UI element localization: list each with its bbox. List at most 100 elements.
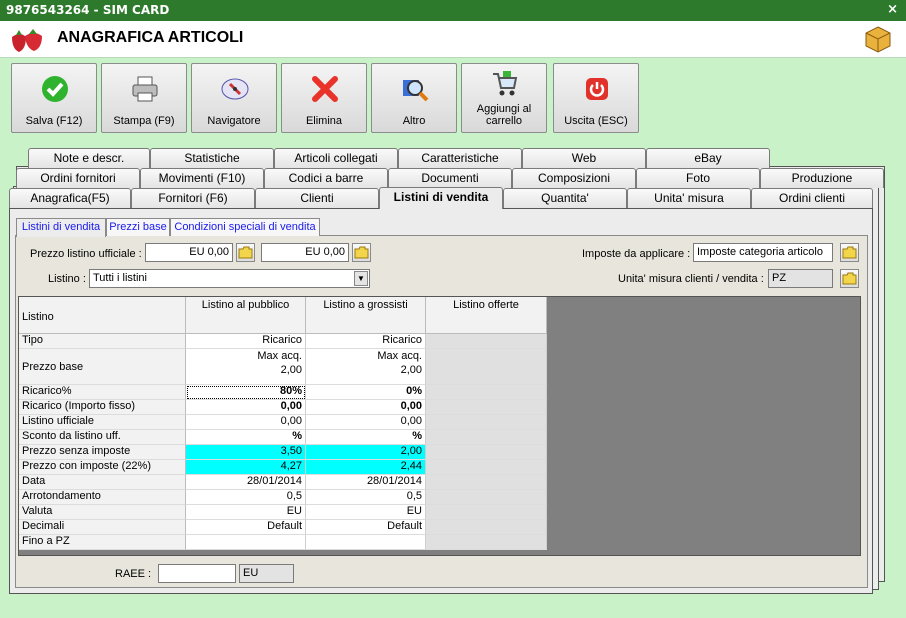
listino-select-value: Tutti i listini xyxy=(93,272,147,284)
tab-supplier-orders[interactable]: Ordini fornitori xyxy=(16,168,140,188)
tab-statistics[interactable]: Statistiche xyxy=(150,148,274,168)
tab-compositions[interactable]: Composizioni xyxy=(512,168,636,188)
official-price-label: Prezzo listino ufficiale : xyxy=(30,248,142,260)
other-button[interactable]: Altro xyxy=(371,63,457,133)
raee-label: RAEE : xyxy=(115,568,152,580)
grid-cell-public[interactable]: % xyxy=(186,430,306,445)
navigator-button-label: Navigatore xyxy=(207,115,261,127)
add-to-cart-label-line1: Aggiungi al xyxy=(476,103,532,115)
tab-photos[interactable]: Foto xyxy=(636,168,760,188)
grid-cell-wholesale[interactable]: 0,00 xyxy=(306,415,426,430)
tab-suppliers[interactable]: Fornitori (F6) xyxy=(131,188,255,208)
grid-cell-offers[interactable] xyxy=(426,400,547,415)
check-icon xyxy=(42,76,68,102)
grid-cell-offers[interactable] xyxy=(426,445,547,460)
grid-header-offers-text: Listino offerte xyxy=(453,299,519,311)
grid-cell-offers[interactable] xyxy=(426,430,547,445)
navigator-button[interactable]: Navigatore xyxy=(191,63,277,133)
official-price-1-folder-button[interactable] xyxy=(236,243,255,262)
magnifier-icon xyxy=(403,80,429,102)
grid-cell-offers[interactable] xyxy=(426,460,547,475)
grid-cell-offers[interactable] xyxy=(426,490,547,505)
unit-field[interactable]: PZ xyxy=(768,269,833,288)
tab-price-lists[interactable]: Listini di vendita xyxy=(379,187,503,209)
grid-cell-wholesale[interactable]: 2,44 xyxy=(306,460,426,475)
grid-cell-public[interactable]: EU xyxy=(186,505,306,520)
grid-header-public: Listino al pubblico xyxy=(186,297,306,334)
grid-cell-wholesale[interactable]: Default xyxy=(306,520,426,535)
tax-field[interactable]: Imposte categoria articolo xyxy=(693,243,833,262)
save-button-label: Salva (F12) xyxy=(25,115,83,127)
tab-characteristics[interactable]: Caratteristiche xyxy=(398,148,522,168)
grid-cell-offers[interactable] xyxy=(426,505,547,520)
subtab-special-conditions[interactable]: Condizioni speciali di vendita xyxy=(170,218,320,236)
subtab-base-prices[interactable]: Prezzi base xyxy=(106,218,170,236)
official-price-field-2[interactable]: EU 0,00 xyxy=(261,243,349,262)
exit-button[interactable]: Uscita (ESC) xyxy=(553,63,639,133)
grid-cell-offers[interactable] xyxy=(426,415,547,430)
grid-header-listino-text: Listino xyxy=(22,311,54,323)
grid-cell-public[interactable]: 28/01/2014 xyxy=(186,475,306,490)
tab-customer-orders[interactable]: Ordini clienti xyxy=(751,188,873,208)
grid-cell-wholesale[interactable]: 0% xyxy=(306,385,426,400)
grid-cell-wholesale[interactable]: Ricarico xyxy=(306,334,426,349)
grid-cell-public[interactable]: Default xyxy=(186,520,306,535)
raee-field[interactable] xyxy=(158,564,236,583)
listino-select[interactable]: Tutti i listini ▼ xyxy=(89,269,370,288)
grid-cell-wholesale[interactable]: Max acq. 2,00 xyxy=(306,349,426,385)
tab-registry[interactable]: Anagrafica(F5) xyxy=(9,188,131,208)
grid-cell-public[interactable]: 0,5 xyxy=(186,490,306,505)
grid-cell-offers[interactable] xyxy=(426,334,547,349)
add-to-cart-button-label: Aggiungi al carrello xyxy=(462,103,546,127)
grid-cell-wholesale-line1: Max acq. xyxy=(377,350,422,362)
delete-button[interactable]: Elimina xyxy=(281,63,367,133)
grid-cell-wholesale[interactable]: 0,00 xyxy=(306,400,426,415)
official-price-field-1[interactable]: EU 0,00 xyxy=(145,243,233,262)
grid-cell-offers[interactable] xyxy=(426,520,547,535)
grid-cell-wholesale[interactable]: EU xyxy=(306,505,426,520)
tab-production[interactable]: Produzione xyxy=(760,168,884,188)
chevron-down-icon[interactable]: ▼ xyxy=(354,271,368,286)
tab-linked-articles[interactable]: Articoli collegati xyxy=(274,148,398,168)
grid-cell-public[interactable]: Max acq. 2,00 xyxy=(186,349,306,385)
print-button[interactable]: Stampa (F9) xyxy=(101,63,187,133)
grid-header-public-text: Listino al pubblico xyxy=(201,299,290,311)
tab-movements[interactable]: Movimenti (F10) xyxy=(140,168,264,188)
tab-barcodes[interactable]: Codici a barre xyxy=(264,168,388,188)
official-price-2-folder-button[interactable] xyxy=(352,243,371,262)
grid-cell-public[interactable]: 4,27 xyxy=(186,460,306,475)
tab-customers[interactable]: Clienti xyxy=(255,188,379,208)
grid-cell-offers[interactable] xyxy=(426,385,547,400)
grid-cell-public[interactable] xyxy=(186,535,306,550)
grid-cell-public-line1: Max acq. xyxy=(257,350,302,362)
listino-label: Listino : xyxy=(48,273,86,285)
add-to-cart-button[interactable]: Aggiungi al carrello xyxy=(461,63,547,133)
unit-folder-button[interactable] xyxy=(840,269,859,288)
grid-cell-wholesale[interactable]: % xyxy=(306,430,426,445)
grid-cell-offers[interactable] xyxy=(426,349,547,385)
grid-row-label: Tipo xyxy=(19,334,186,349)
grid-cell-public[interactable]: 0,00 xyxy=(186,415,306,430)
grid-cell-wholesale[interactable] xyxy=(306,535,426,550)
tab-documents[interactable]: Documenti xyxy=(388,168,512,188)
grid-cell-public[interactable]: 3,50 xyxy=(186,445,306,460)
grid-cell-wholesale[interactable]: 28/01/2014 xyxy=(306,475,426,490)
tax-folder-button[interactable] xyxy=(840,243,859,262)
grid-cell-wholesale[interactable]: 0,5 xyxy=(306,490,426,505)
grid-cell-public[interactable]: Ricarico xyxy=(186,334,306,349)
tab-notes[interactable]: Note e descr. xyxy=(28,148,150,168)
delete-button-label: Elimina xyxy=(305,115,343,127)
grid-cell-public[interactable]: 0,00 xyxy=(186,400,306,415)
tab-ebay[interactable]: eBay xyxy=(646,148,770,168)
save-button[interactable]: Salva (F12) xyxy=(11,63,97,133)
grid-cell-offers[interactable] xyxy=(426,535,547,550)
tab-web[interactable]: Web xyxy=(522,148,646,168)
subtab-price-lists[interactable]: Listini di vendita xyxy=(16,218,106,237)
tab-quantity[interactable]: Quantita' xyxy=(503,188,627,208)
folder-icon xyxy=(238,246,253,259)
grid-cell-wholesale[interactable]: 2,00 xyxy=(306,445,426,460)
grid-cell-public[interactable]: 80% xyxy=(186,385,306,400)
tab-units[interactable]: Unita' misura xyxy=(627,188,751,208)
grid-cell-offers[interactable] xyxy=(426,475,547,490)
close-icon[interactable]: × xyxy=(887,2,898,17)
